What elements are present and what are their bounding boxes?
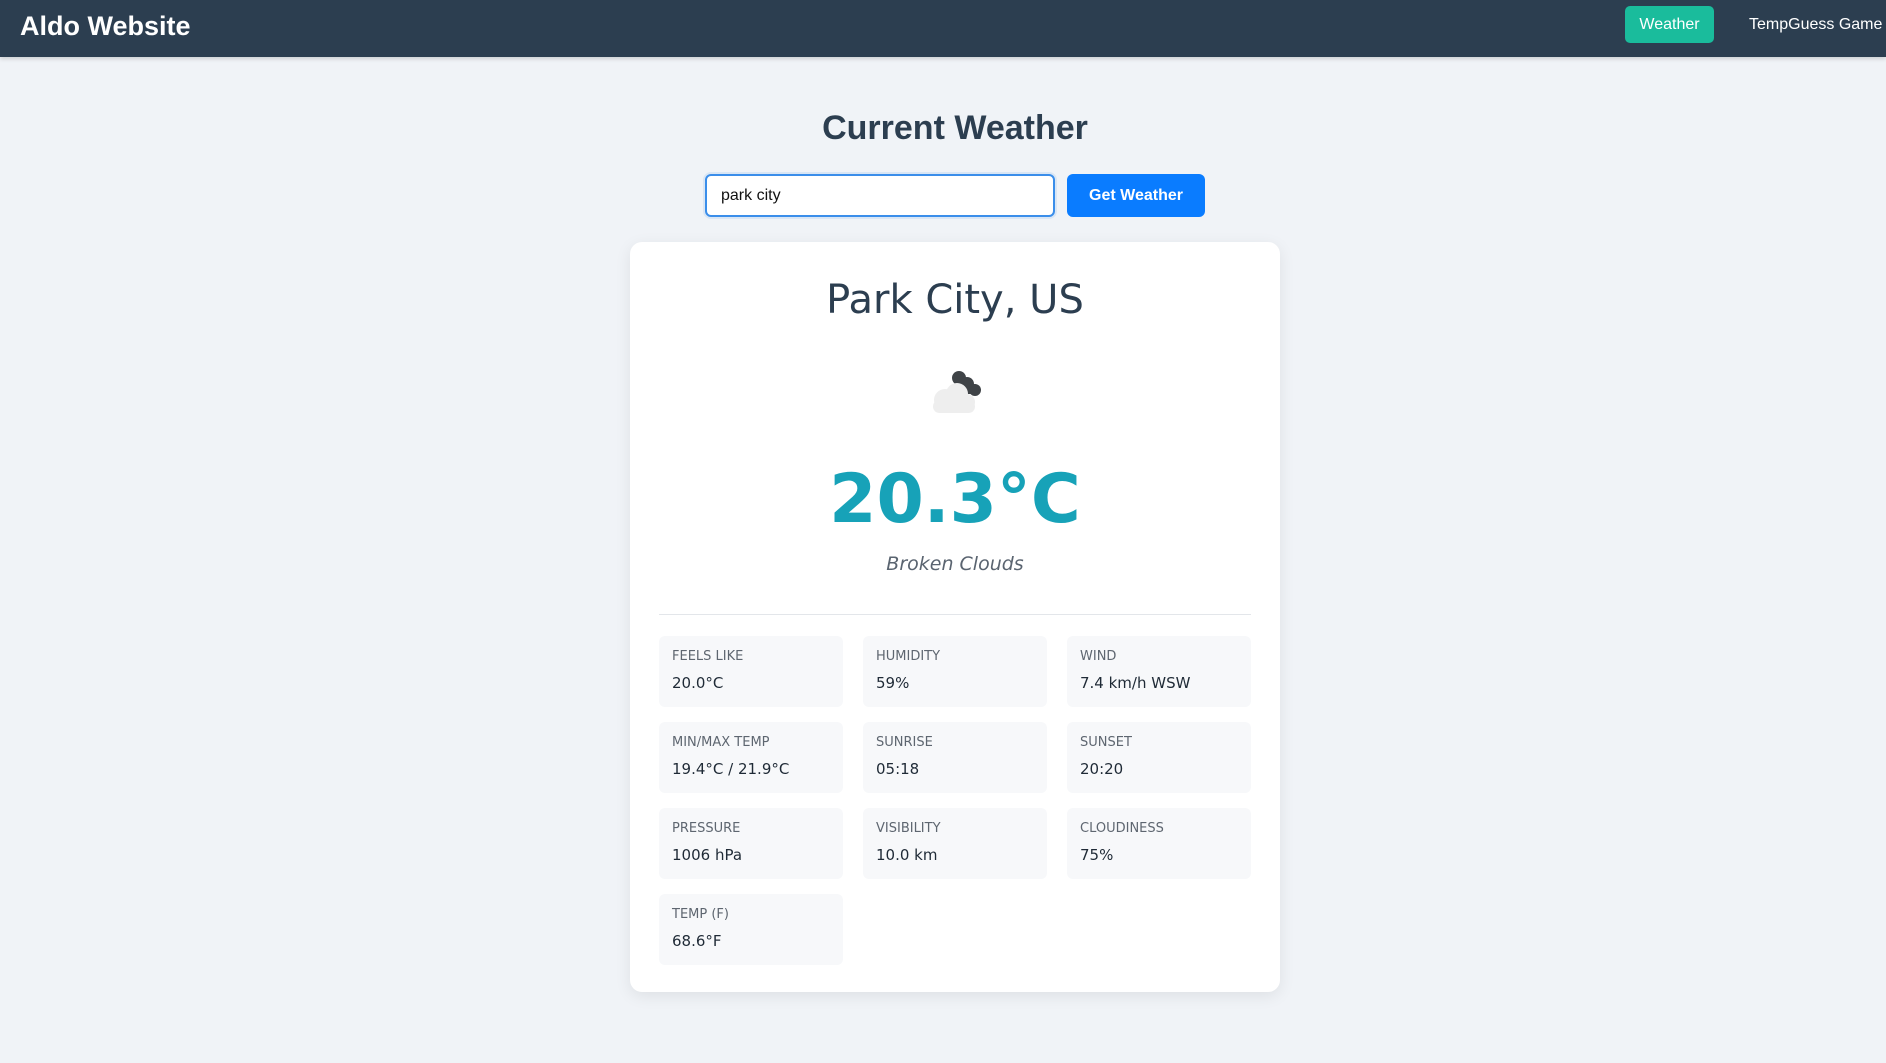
get-weather-button[interactable]: Get Weather <box>1067 174 1205 217</box>
detail-label: VISIBILITY <box>876 821 941 836</box>
nav-link-weather[interactable]: Weather <box>1625 6 1714 43</box>
detail-value: 10.0 km <box>876 846 938 864</box>
detail-label: MIN/MAX TEMP <box>672 735 770 750</box>
detail-label: WIND <box>1080 649 1117 664</box>
detail-value: 7.4 km/h WSW <box>1080 674 1191 692</box>
detail-cloudiness: CLOUDINESS 75% <box>1067 808 1251 879</box>
detail-label: FEELS LIKE <box>672 649 744 664</box>
weather-description: Broken Clouds <box>886 553 1024 575</box>
detail-label: HUMIDITY <box>876 649 941 664</box>
location-name: Park City, US <box>826 277 1084 323</box>
detail-wind: WIND 7.4 km/h WSW <box>1067 636 1251 707</box>
detail-min-max-temp: MIN/MAX TEMP 19.4°C / 21.9°C <box>659 722 843 793</box>
detail-label: SUNRISE <box>876 735 933 750</box>
detail-value: 20.0°C <box>672 674 724 692</box>
detail-pressure: PRESSURE 1006 hPa <box>659 808 843 879</box>
detail-value: 19.4°C / 21.9°C <box>672 760 790 778</box>
detail-value: 1006 hPa <box>672 846 743 864</box>
divider <box>659 614 1251 615</box>
current-temperature: 20.3°C <box>829 460 1081 539</box>
detail-label: CLOUDINESS <box>1080 821 1164 836</box>
detail-value: 05:18 <box>876 760 920 778</box>
detail-value: 75% <box>1080 846 1114 864</box>
broken-clouds-icon <box>933 371 981 413</box>
city-search-input[interactable] <box>705 174 1055 217</box>
brand-logo[interactable]: Aldo Website <box>20 10 191 42</box>
detail-sunset: SUNSET 20:20 <box>1067 722 1251 793</box>
page-title: Current Weather <box>822 109 1088 147</box>
weather-details-grid: FEELS LIKE 20.0°C HUMIDITY 59% WIND 7.4 … <box>659 636 1251 965</box>
detail-label: SUNSET <box>1080 735 1132 750</box>
weather-card: Park City, US 20.3°C Broken Clouds FEELS… <box>630 242 1280 992</box>
detail-label: PRESSURE <box>672 821 741 836</box>
detail-value: 59% <box>876 674 910 692</box>
detail-sunrise: SUNRISE 05:18 <box>863 722 1047 793</box>
detail-temp-fahrenheit: TEMP (F) 68.6°F <box>659 894 843 965</box>
detail-value: 20:20 <box>1080 760 1124 778</box>
detail-label: TEMP (F) <box>672 907 729 922</box>
nav-link-tempguess-game[interactable]: TempGuess Game <box>1735 6 1886 43</box>
detail-feels-like: FEELS LIKE 20.0°C <box>659 636 843 707</box>
navbar: Aldo Website Weather TempGuess Game <box>0 0 1886 57</box>
detail-value: 68.6°F <box>672 932 722 950</box>
detail-visibility: VISIBILITY 10.0 km <box>863 808 1047 879</box>
detail-humidity: HUMIDITY 59% <box>863 636 1047 707</box>
